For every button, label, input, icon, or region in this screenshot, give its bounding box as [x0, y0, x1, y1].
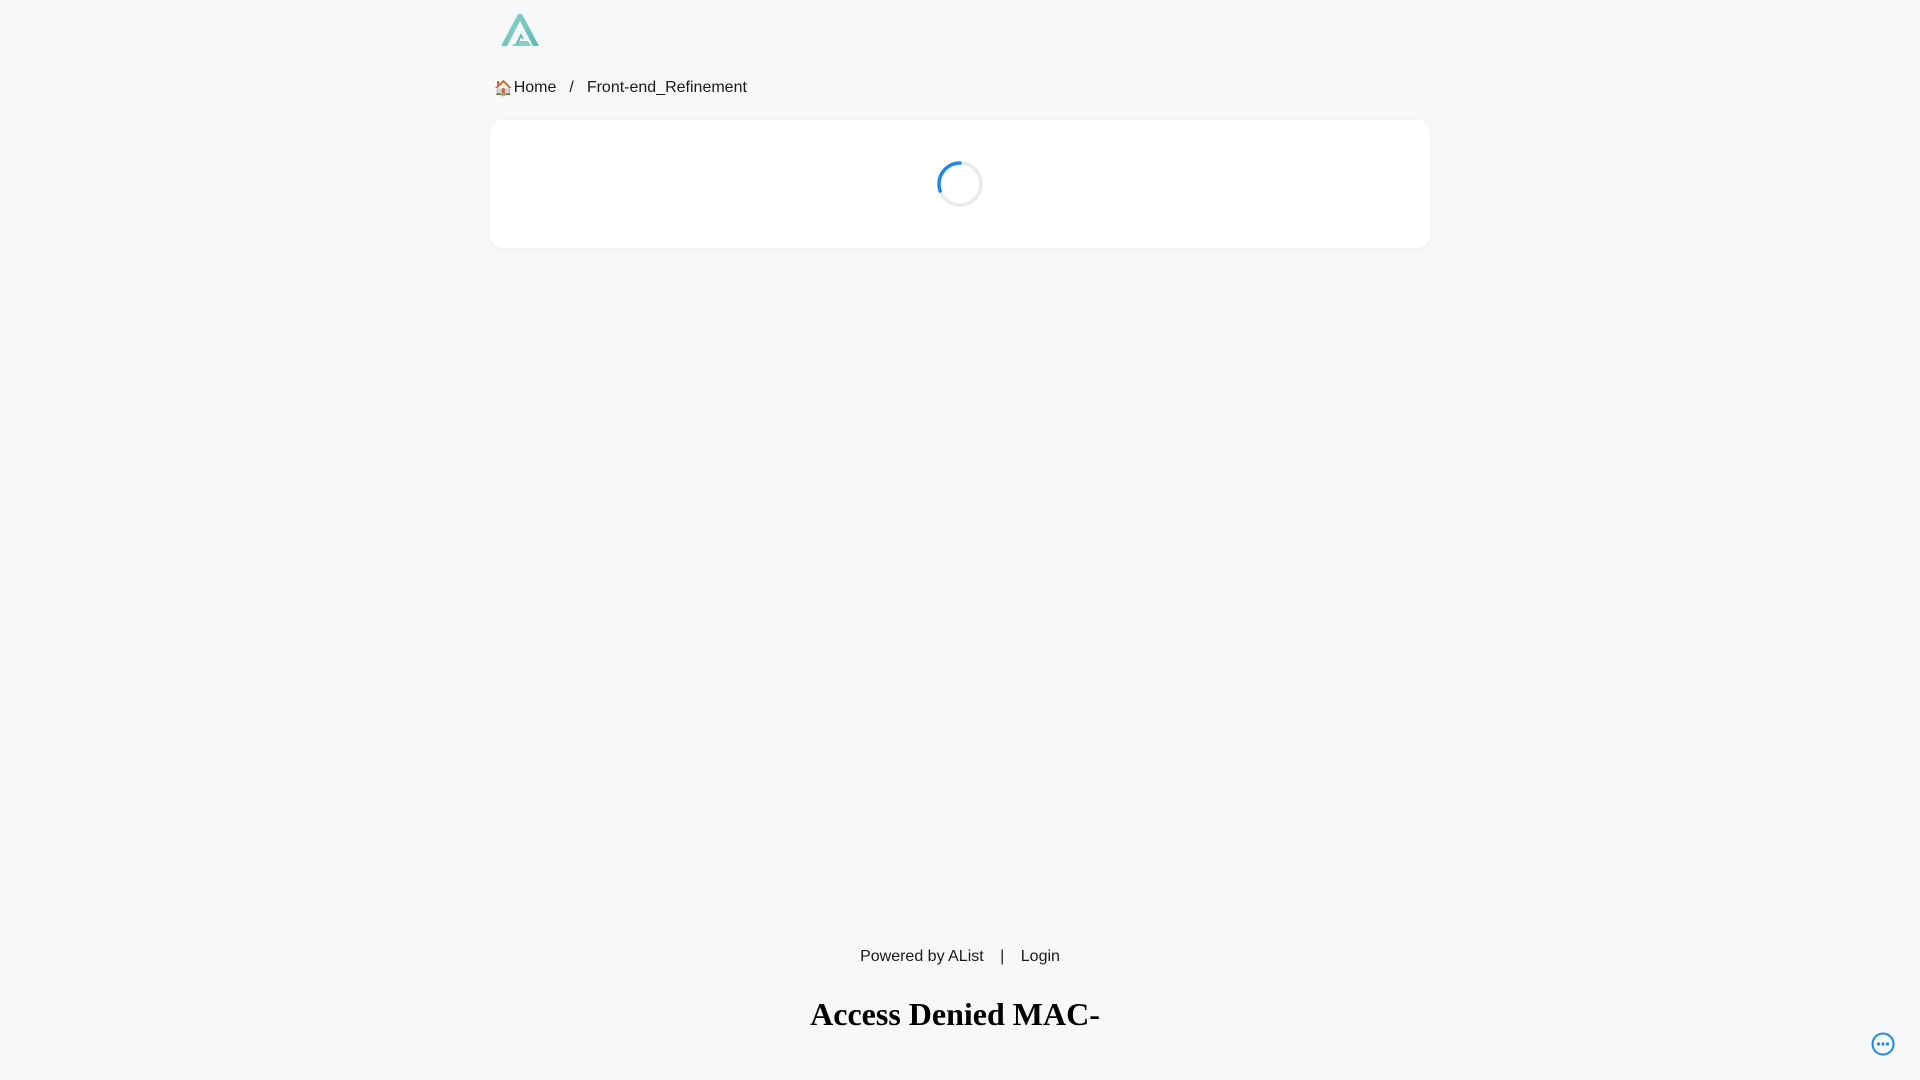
powered-by-alist-link[interactable]: Powered by AList: [860, 948, 984, 965]
breadcrumb: 🏠 Home / Front-end_Refinement: [490, 62, 1430, 114]
alist-logo-icon[interactable]: [498, 10, 544, 52]
footer: Powered by AList | Login: [0, 948, 1920, 966]
page: 🏠 Home / Front-end_Refinement Powered by…: [0, 0, 1920, 1080]
breadcrumb-home-link[interactable]: 🏠 Home: [494, 79, 556, 97]
more-options-icon[interactable]: [1871, 1032, 1895, 1056]
breadcrumb-home-label: Home: [513, 79, 557, 96]
header: [490, 0, 1430, 62]
file-list-card: [490, 120, 1430, 248]
main-container: 🏠 Home / Front-end_Refinement: [490, 0, 1430, 248]
breadcrumb-separator: /: [569, 79, 574, 96]
home-icon: 🏠: [494, 80, 513, 97]
spinner-icon: [937, 161, 983, 207]
access-denied-heading: Access Denied MAC-: [810, 996, 1100, 1032]
breadcrumb-current-folder[interactable]: Front-end_Refinement: [587, 79, 747, 97]
login-link[interactable]: Login: [1021, 948, 1060, 965]
footer-separator: |: [1000, 948, 1005, 965]
